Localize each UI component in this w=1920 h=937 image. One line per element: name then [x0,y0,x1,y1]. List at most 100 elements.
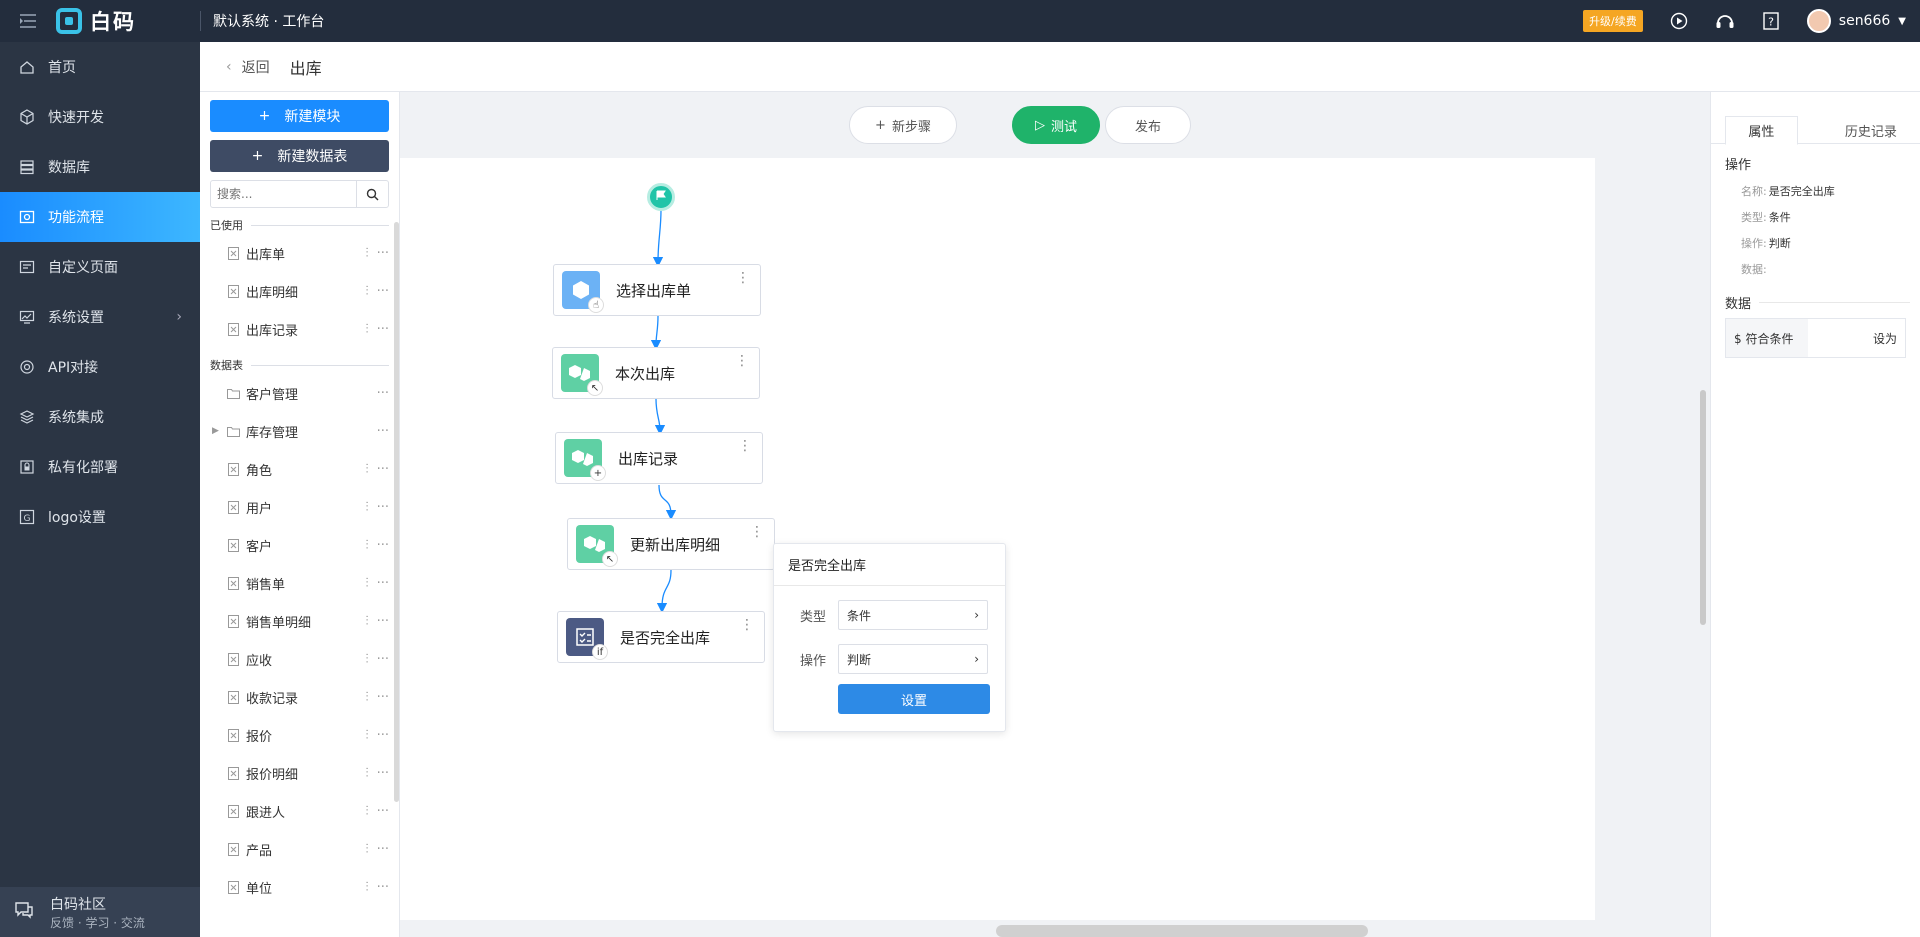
sidebar-item-database[interactable]: 数据库 [0,142,200,192]
sidebar-item-private-deploy[interactable]: 私有化部署 [0,442,200,492]
list-item[interactable]: 应收 ⫶ ··· [200,640,399,678]
list-item[interactable]: 收款记录 ⫶ ··· [200,678,399,716]
list-item[interactable]: 出库记录 ⫶ ··· [200,310,399,348]
list-item[interactable]: 出库单 ⫶ ··· [200,234,399,272]
condition-row[interactable]: $ 符合条件 设为 [1725,318,1906,358]
logo[interactable]: 白码 [56,6,200,36]
sliders-icon[interactable]: ⫶ [365,842,368,857]
new-module-button[interactable]: + 新建模块 [210,100,389,132]
search-input[interactable] [211,182,356,206]
flow-node[interactable]: ↖ 本次出库 ⋮ [552,347,760,399]
list-item[interactable]: 销售单 ⫶ ··· [200,564,399,602]
back-button[interactable]: ‹ 返回 [226,57,270,77]
start-node[interactable] [647,183,675,211]
menu-toggle-icon[interactable] [0,0,56,42]
scrollbar[interactable] [394,222,399,802]
more-icon[interactable]: ··· [377,386,389,401]
list-item[interactable]: 客户 ⫶ ··· [200,526,399,564]
more-icon[interactable]: ··· [377,424,389,439]
sliders-icon[interactable]: ⫶ [365,462,368,477]
more-icon[interactable]: ··· [377,538,389,553]
new-table-button[interactable]: + 新建数据表 [210,140,389,172]
list-item[interactable]: 用户 ⫶ ··· [200,488,399,526]
new-step-label: 新步骤 [891,119,931,135]
sidebar-item-quick-dev[interactable]: 快速开发 [0,92,200,142]
list-item[interactable]: 报价 ⫶ ··· [200,716,399,754]
more-icon[interactable]: ··· [377,690,389,705]
user-menu[interactable]: sen666 ▼ [1806,9,1906,33]
more-icon[interactable]: ··· [377,462,389,477]
flow-node[interactable]: + 出库记录 ⋮ [555,432,763,484]
more-icon[interactable]: ··· [377,766,389,781]
more-icon[interactable]: ··· [377,246,389,261]
sidebar-item-flow[interactable]: 功能流程 [0,192,200,242]
community-link[interactable]: 白码社区 反馈 · 学习 · 交流 [0,887,200,937]
folder-item[interactable]: ▶ 库存管理 ··· [200,412,399,450]
sliders-icon[interactable]: ⫶ [365,690,368,705]
sliders-icon[interactable]: ⫶ [365,614,368,629]
more-icon[interactable]: ··· [377,880,389,895]
cubes-update-icon: ↖ [576,525,618,567]
more-icon[interactable]: ··· [377,652,389,667]
upgrade-badge[interactable]: 升级/续费 [1583,10,1643,32]
avatar [1806,9,1831,33]
folder-item[interactable]: 客户管理 ··· [200,374,399,412]
list-item[interactable]: 出库明细 ⫶ ··· [200,272,399,310]
more-icon[interactable]: ··· [377,500,389,515]
list-item[interactable]: 单位 ⫶ ··· [200,868,399,906]
node-more-icon[interactable]: ⋮ [735,354,749,368]
sliders-icon[interactable]: ⫶ [365,284,368,299]
sliders-icon[interactable]: ⫶ [365,728,368,743]
more-icon[interactable]: ··· [377,804,389,819]
operation-select[interactable]: 判断 › [838,644,989,674]
sidebar-item-home[interactable]: 首页 [0,42,200,92]
set-button[interactable]: 设置 [838,684,990,714]
list-item[interactable]: 销售单明细 ⫶ ··· [200,602,399,640]
sidebar-item-logo[interactable]: G logo设置 [0,492,200,542]
node-more-icon[interactable]: ⋮ [750,525,764,539]
node-more-icon[interactable]: ⋮ [736,271,750,285]
tab-properties[interactable]: 属性 [1725,116,1798,145]
play-icon[interactable] [1669,11,1689,31]
sliders-icon[interactable]: ⫶ [365,766,368,781]
list-item[interactable]: 角色 ⫶ ··· [200,450,399,488]
more-icon[interactable]: ··· [377,322,389,337]
tab-history[interactable]: 历史记录 [1822,116,1920,144]
node-more-icon[interactable]: ⋮ [738,439,752,453]
more-icon[interactable]: ··· [377,284,389,299]
set-to-label[interactable]: 设为 [1808,330,1905,347]
sliders-icon[interactable]: ⫶ [365,322,368,337]
sliders-icon[interactable]: ⫶ [365,246,368,261]
caret-right-icon[interactable]: ▶ [212,426,219,436]
flow-node[interactable]: ☝ 选择出库单 ⋮ [553,264,761,316]
headset-icon[interactable] [1715,11,1735,31]
sidebar-item-custom-page[interactable]: 自定义页面 [0,242,200,292]
flow-node[interactable]: ↖ 更新出库明细 ⋮ [567,518,775,570]
sliders-icon[interactable]: ⫶ [365,804,368,819]
help-icon[interactable]: ? [1761,11,1781,31]
publish-button[interactable]: 发布 [1105,106,1191,144]
sliders-icon[interactable]: ⫶ [365,538,368,553]
test-button[interactable]: ▷ 测试 [1012,106,1100,144]
node-more-icon[interactable]: ⋮ [740,618,754,632]
sliders-icon[interactable]: ⫶ [365,500,368,515]
canvas-vertical-scrollbar[interactable] [1700,390,1706,625]
type-select[interactable]: 条件 › [838,600,989,630]
sidebar-item-api[interactable]: API对接 [0,342,200,392]
flow-node-selected[interactable]: if 是否完全出库 ⋮ [557,611,765,663]
list-item[interactable]: 产品 ⫶ ··· [200,830,399,868]
sliders-icon[interactable]: ⫶ [365,576,368,591]
list-item[interactable]: 跟进人 ⫶ ··· [200,792,399,830]
list-item[interactable]: 报价明细 ⫶ ··· [200,754,399,792]
sliders-icon[interactable]: ⫶ [365,652,368,667]
new-step-button[interactable]: + 新步骤 [849,106,957,144]
search-icon[interactable] [356,181,388,207]
more-icon[interactable]: ··· [377,576,389,591]
sidebar-item-settings[interactable]: 系统设置 › [0,292,200,342]
more-icon[interactable]: ··· [377,614,389,629]
more-icon[interactable]: ··· [377,842,389,857]
more-icon[interactable]: ··· [377,728,389,743]
sidebar-item-integration[interactable]: 系统集成 [0,392,200,442]
scroll-thumb[interactable] [996,925,1368,937]
sliders-icon[interactable]: ⫶ [365,880,368,895]
